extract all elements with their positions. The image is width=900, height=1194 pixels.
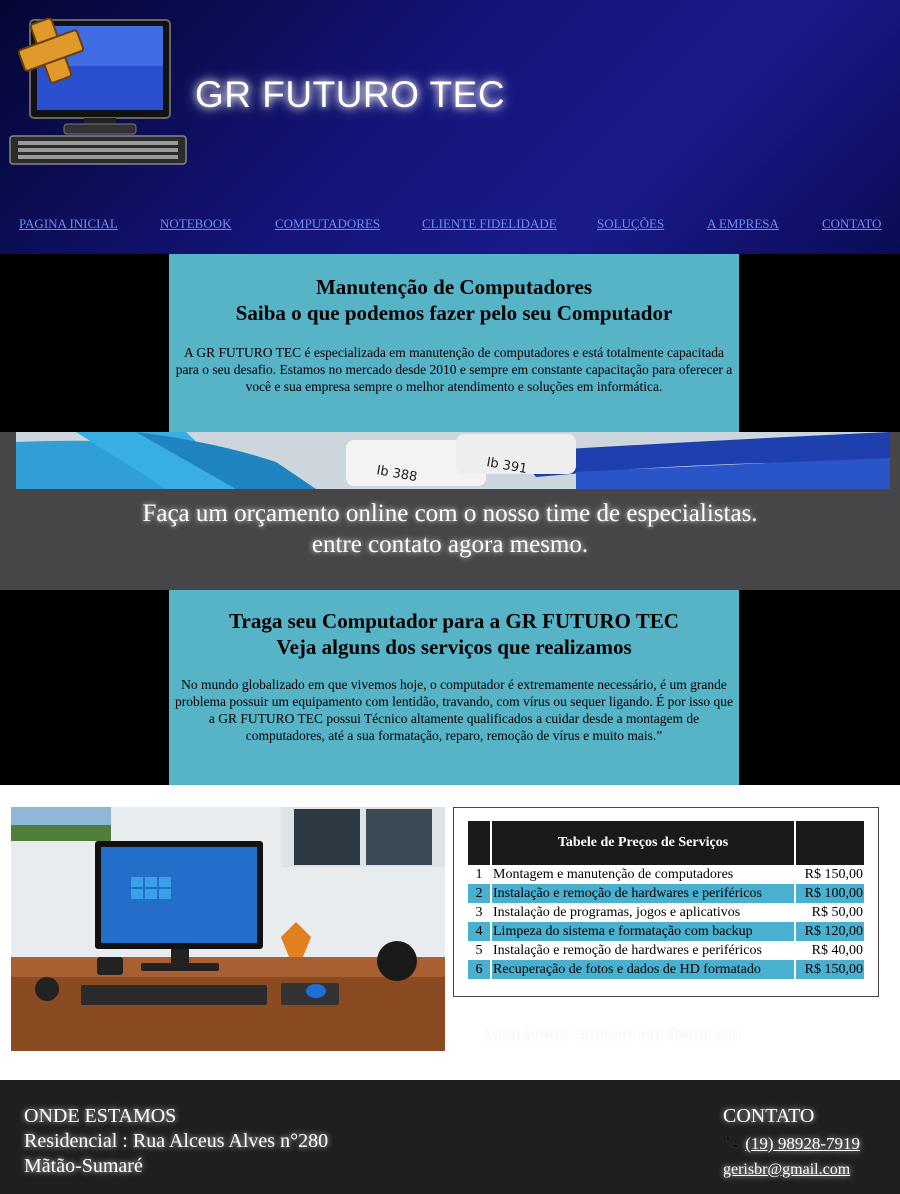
service-price: R$ 150,00	[796, 960, 864, 979]
desktop-computer-photo	[11, 807, 445, 1051]
home-service-note: Atendemos também em domicílio	[482, 1024, 741, 1045]
maintenance-text: A GR FUTURO TEC é especializada em manut…	[175, 345, 733, 394]
email-link[interactable]: gerisbr@gmail.com	[723, 1161, 850, 1178]
table-row: 3 Instalação de programas, jogos e aplic…	[468, 903, 864, 922]
maintenance-title: Manutenção de Computadores Saiba o que p…	[235, 275, 673, 325]
services-text: No mundo globalizado em que vivemos hoje…	[175, 677, 733, 743]
main-nav: PAGINA INICIAL NOTEBOOK COMPUTADORES CLI…	[0, 216, 900, 236]
services-panel: Traga seu Computador para a GR FUTURO TE…	[169, 590, 739, 785]
contact-title: CONTATO	[723, 1105, 815, 1127]
price-table-box: Tabele de Preços de Serviços 1 Montagem …	[453, 807, 879, 997]
service-name: Limpeza do sistema e formatação com back…	[492, 922, 794, 941]
service-price: R$ 50,00	[811, 904, 863, 920]
nav-link-contato[interactable]: CONTATO	[822, 216, 881, 232]
site-title: GR FUTURO TEC	[195, 74, 506, 115]
nav-link-solucoes[interactable]: SOLUÇÕES	[597, 216, 664, 232]
service-name: Recuperação de fotos e dados de HD forma…	[492, 960, 794, 979]
promo-text: Faça um orçamento online com o nosso tim…	[142, 500, 758, 558]
service-price: R$ 120,00	[796, 922, 864, 941]
location-title: ONDE ESTAMOS	[24, 1105, 177, 1127]
row-number: 4	[468, 922, 490, 941]
email-row: gerisbr@gmail.com	[723, 1157, 850, 1182]
phone-row: (19) 98928-7919	[723, 1131, 860, 1156]
nav-link-notebook[interactable]: NOTEBOOK	[160, 216, 232, 232]
service-name: Instalação de programas, jogos e aplicat…	[493, 904, 741, 920]
price-table-header-blank	[468, 821, 490, 865]
row-number: 5	[475, 942, 483, 958]
table-row: 5 Instalação e remoção de hardwares e pe…	[468, 941, 864, 960]
row-number: 1	[475, 866, 483, 882]
service-name: Instalação e remoção de hardwares e peri…	[493, 942, 762, 958]
address: Residencial : Rua Alceus Alves n°280	[24, 1130, 329, 1152]
price-table-title: Tabele de Preços de Serviços	[492, 821, 794, 865]
price-table-header-blank	[796, 821, 864, 865]
nav-link-a-empresa[interactable]: A EMPRESA	[707, 216, 779, 232]
row-number: 6	[468, 960, 490, 979]
nav-link-pagina-inicial[interactable]: PAGINA INICIAL	[19, 216, 118, 232]
row-number: 3	[475, 904, 483, 920]
city: Mãtão-Sumaré	[24, 1155, 143, 1177]
phone-link[interactable]: (19) 98928-7919	[745, 1134, 860, 1153]
nav-link-computadores[interactable]: COMPUTADORES	[275, 216, 380, 232]
service-name: Montagem e manutenção de computadores	[493, 866, 734, 882]
nav-link-cliente-fidelidade[interactable]: CLIENTE FIDELIDADE	[422, 216, 557, 232]
table-row: 1 Montagem e manutenção de computadores …	[468, 865, 864, 884]
table-row: 2 Instalação e remoção de hardwares e pe…	[468, 884, 864, 903]
computer-with-plus-icon[interactable]	[4, 18, 190, 168]
table-row: 6 Recuperação de fotos e dados de HD for…	[468, 960, 864, 979]
price-table: Tabele de Preços de Serviços 1 Montagem …	[466, 821, 866, 979]
service-price: R$ 40,00	[811, 942, 863, 958]
service-price: R$ 100,00	[796, 884, 864, 903]
row-number: 2	[468, 884, 490, 903]
maintenance-panel: Manutenção de Computadores Saiba o que p…	[169, 254, 739, 432]
network-cables-image: Ib 388 Ib 391	[16, 432, 890, 489]
services-title: Traga seu Computador para a GR FUTURO TE…	[229, 609, 679, 659]
table-row: 4 Limpeza do sistema e formatação com ba…	[468, 922, 864, 941]
phone-icon	[725, 1135, 739, 1149]
service-price: R$ 150,00	[804, 866, 863, 882]
price-table-header-row: Tabele de Preços de Serviços	[468, 821, 864, 865]
service-name: Instalação e remoção de hardwares e peri…	[492, 884, 794, 903]
